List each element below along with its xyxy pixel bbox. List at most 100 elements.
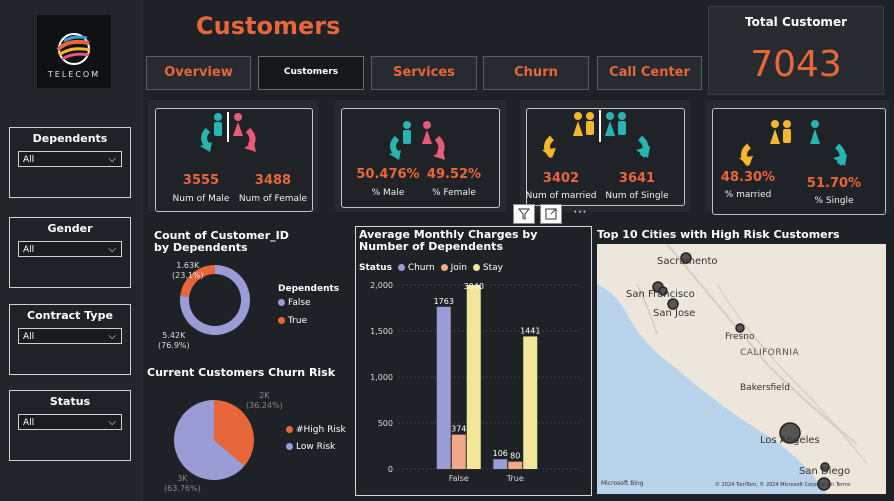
pie-legend-low-risk: Low Risk [286,442,335,452]
map-label-california: CALIFORNIA [740,348,800,358]
married-pct-value: 48.30% [720,170,776,185]
visual-header-toolbar: ⋯ [513,204,595,226]
tab-customers[interactable]: Customers [258,56,364,90]
gender-people-icon [389,121,445,160]
bar-join-false[interactable] [451,434,466,469]
bar-join-true[interactable] [508,461,523,469]
y-tick-label: 1,000 [370,373,393,382]
pie-chart-title: Current Customers Churn Risk [147,366,336,379]
single-count-label: Num of Single [605,191,669,201]
kpi-card-marital-count: 3402 Num of married 3641 Num of Single [520,100,690,212]
tab-overview[interactable]: Overview [146,56,251,90]
bing-logo: Microsoft Bing [601,480,644,487]
map-attribution[interactable]: © 2024 TomTom, © 2024 Microsoft Corporat… [715,482,850,488]
legend-label: False [288,298,311,308]
legend-label: Low Risk [296,442,336,452]
focus-mode-icon[interactable] [540,204,562,224]
bar-data-label: 3040 [464,282,484,291]
donut-hole [189,274,241,326]
map-label-los-angeles: Los Angeles [760,435,820,446]
slicer-status[interactable]: Status All ⌵ [9,390,131,461]
legend-swatch [286,443,293,450]
filter-icon[interactable] [513,204,535,224]
dropdown-value: All [23,155,35,165]
kpi-card-gender-pct: 50.476% % Male 49.52% % Female [335,100,507,212]
single-pct-value: 51.70% [806,176,862,191]
contract-type-dropdown[interactable]: All ⌵ [18,328,122,344]
donut-legend-true: True [278,316,307,326]
legend-label: True [288,316,308,326]
y-tick-label: 2,000 [370,281,393,290]
city-map[interactable]: Sacramento San Francisco San Jose Fresno… [597,244,886,494]
slicer-title: Status [49,395,91,408]
married-pct-label: % married [724,190,772,200]
slicer-gender[interactable]: Gender All ⌵ [9,217,131,288]
pie-label-low-risk: 3K (63.76%) [164,474,201,493]
legend-swatch [440,264,448,271]
female-pct-label: % Female [432,188,476,198]
bar-churn-true[interactable] [493,459,508,469]
bar-chart-panel: Average Monthly Charges by Number of Dep… [355,226,592,496]
tab-churn[interactable]: Churn [483,56,589,90]
bar-churn-false[interactable] [436,306,451,469]
map-base [597,244,886,494]
map-label-san-diego: San Diego [799,466,851,477]
kpi-card-marital-pct: 48.30% % married 51.70% % Single [705,100,889,215]
tab-call-center[interactable]: Call Center [597,56,702,90]
bar-data-label: 106 [493,449,508,458]
total-customer-card: Total Customer 7043 [708,6,884,95]
single-count-value: 3641 [618,171,656,186]
map-label-san-jose: San Jose [653,308,696,319]
kpi-card-gender-count: 3555 Num of Male 3488 Num of Female [148,100,318,212]
single-pct-label: % Single [814,196,854,206]
donut-chart-title: Count of Customer_ID by Dependents [154,229,289,254]
map-label-sacramento: Sacramento [657,256,718,267]
y-tick-label: 0 [388,465,393,474]
more-options-icon[interactable]: ⋯ [568,204,592,224]
bar-legend-title: Status [359,263,392,273]
female-count-value: 3488 [254,173,292,188]
legend-label: #High Risk [296,425,346,435]
bar-data-label: 374 [451,425,466,434]
y-tick-label: 1,500 [370,327,393,336]
bar-chart: 0 500 1,000 1,500 2,000 1763 374 3040 False 106 80… [370,281,581,483]
chevron-down-icon: ⌵ [108,154,116,165]
marital-people-icon [542,110,650,159]
tab-services[interactable]: Services [371,56,477,90]
gender-dropdown[interactable]: All ⌵ [18,241,122,257]
donut-label-true: 1.63K (23.1%) [172,261,204,280]
dependents-dropdown[interactable]: All ⌵ [18,151,122,167]
x-tick-label: True [506,474,524,483]
bar-stay-false[interactable] [466,285,481,469]
legend-swatch [278,299,285,306]
legend-swatch [286,426,293,433]
status-dropdown[interactable]: All ⌵ [18,414,122,430]
bar-legend: Status Churn Join Stay [359,263,503,273]
chevron-down-icon: ⌵ [108,331,116,342]
chevron-down-icon: ⌵ [108,417,116,428]
female-pct-value: 49.52% [426,167,482,182]
pie-label-high-risk: 2K (36.24%) [246,391,283,410]
chevron-down-icon: ⌵ [108,244,116,255]
total-customer-label: Total Customer [745,15,847,29]
legend-label: Stay [482,263,503,273]
company-logo: TELECOM [37,15,111,88]
slicer-title: Dependents [32,132,108,145]
map-title: Top 10 Cities with High Risk Customers [597,228,840,241]
slicer-dependents[interactable]: Dependents All ⌵ [9,127,131,198]
donut-legend-false: False [278,298,311,308]
bar-stay-true[interactable] [523,336,538,469]
slicer-title: Gender [47,222,93,235]
slicer-contract-type[interactable]: Contract Type All ⌵ [9,304,131,375]
dropdown-value: All [23,245,35,255]
donut-legend-title: Dependents [278,284,340,294]
female-count-label: Num of Female [238,194,308,204]
pie-legend-high-risk: #High Risk [286,425,346,435]
page-title: Customers [196,12,341,40]
map-bubble[interactable] [735,323,745,333]
bar-data-label: 1441 [520,326,540,335]
marital-people-icon [739,120,847,167]
legend-swatch [278,317,285,324]
y-tick-label: 500 [378,419,393,428]
legend-swatch [397,264,405,271]
